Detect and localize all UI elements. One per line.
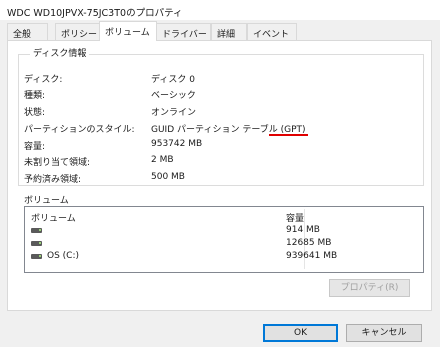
status-value: オンライン (151, 108, 197, 118)
window-title: WDC WD10JPVX-75JC3T0のプロパティ (7, 8, 183, 19)
tab-volumes[interactable]: ボリューム (99, 21, 157, 41)
properties-button[interactable]: プロパティ(R) (329, 279, 410, 297)
unallocated-label: 未割り当て領域: (24, 158, 91, 168)
volume-drive-icon (31, 228, 42, 233)
tab-details[interactable]: 詳細 (211, 23, 247, 40)
volume-capacity: 914 MB (286, 225, 320, 235)
tab-policy[interactable]: ポリシー (55, 23, 102, 40)
disk-value: ディスク 0 (151, 75, 195, 85)
reserved-label: 予約済み領域: (24, 175, 82, 185)
gpt-underline-annotation (269, 134, 308, 136)
capacity-value: 953742 MB (151, 139, 203, 149)
tab-general[interactable]: 全般 (7, 23, 48, 40)
volume-capacity: 939641 MB (286, 251, 338, 261)
volume-list[interactable]: ボリューム 容量 914 MB 12685 MB OS (C:) 939641 … (24, 206, 424, 273)
tab-driver[interactable]: ドライバー (156, 23, 211, 40)
status-label: 状態: (24, 108, 46, 118)
disk-info-title: ディスク情報 (30, 46, 90, 59)
capacity-column-header[interactable]: 容量 (286, 211, 304, 224)
volume-capacity: 12685 MB (286, 238, 332, 248)
volume-name: OS (C:) (47, 251, 79, 261)
volume-column-header[interactable]: ボリューム (31, 211, 76, 224)
ok-button[interactable]: OK (263, 324, 338, 342)
capacity-label: 容量: (24, 142, 46, 152)
title-bar: WDC WD10JPVX-75JC3T0のプロパティ (0, 0, 440, 20)
partition-style-label: パーティションのスタイル: (24, 125, 135, 135)
type-label: 種類: (24, 91, 46, 101)
tab-events[interactable]: イベント (247, 23, 297, 40)
properties-dialog: WDC WD10JPVX-75JC3T0のプロパティ 全般 ポリシー ボリューム… (0, 0, 440, 347)
type-value: ベーシック (151, 91, 196, 101)
volumes-section-title: ボリューム (24, 196, 69, 206)
disk-label: ディスク: (24, 75, 63, 85)
cancel-button[interactable]: キャンセル (346, 324, 422, 342)
unallocated-value: 2 MB (151, 155, 174, 165)
volume-drive-icon (31, 254, 42, 259)
reserved-value: 500 MB (151, 172, 185, 182)
volume-drive-icon (31, 241, 42, 246)
